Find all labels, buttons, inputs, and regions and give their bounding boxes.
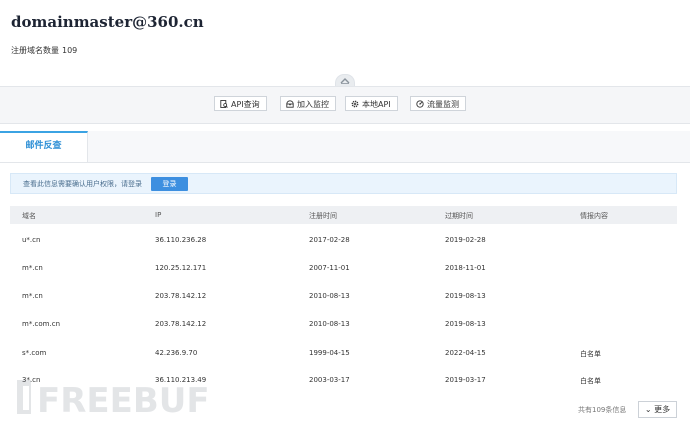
ip-cell: 36.110.236.28 [155, 236, 207, 244]
email-title: domainmaster@360.cn [11, 13, 204, 31]
login-button[interactable]: 登录 [151, 177, 188, 191]
domain-cell[interactable]: s*.com [22, 349, 46, 357]
registered-cell: 2003-03-17 [309, 376, 350, 384]
intel-cell: 白名单 [580, 350, 601, 358]
domain-header: domainmaster@360.cn 注册域名数量 109 [0, 0, 690, 87]
table-header: 域名 IP 注册时间 过期时间 情报内容 [10, 206, 677, 224]
document-search-icon [220, 100, 228, 108]
domain-count-value: 109 [62, 46, 78, 55]
ip-cell: 120.25.12.171 [155, 264, 207, 272]
permission-notice: 查看此信息需要确认用户权限，请登录 登录 [10, 173, 677, 194]
more-label: 更多 [654, 405, 671, 414]
table-row[interactable]: m*.cn 120.25.12.171 2007-11-01 2018-11-0… [10, 254, 677, 282]
total-count-info: 共有109条信息 [578, 406, 627, 414]
chevron-down-icon: ⌄ [644, 405, 652, 414]
api-query-label: API查询 [231, 100, 260, 109]
registered-cell: 2010-08-13 [309, 320, 350, 328]
intel-cell: 白名单 [580, 377, 601, 385]
domain-count: 注册域名数量 109 [11, 45, 77, 56]
column-header: 注册时间 [309, 212, 337, 220]
action-toolbar: API查询 加入监控 本地API 流量监测 [0, 86, 690, 124]
add-monitor-button[interactable]: 加入监控 [280, 96, 336, 111]
add-monitor-label: 加入监控 [297, 100, 329, 109]
table-row[interactable]: s*.com 42.236.9.70 1999-04-15 2022-04-15… [10, 339, 677, 367]
expires-cell: 2019-08-13 [445, 320, 486, 328]
permission-message: 查看此信息需要确认用户权限，请登录 [23, 180, 142, 188]
registered-cell: 2010-08-13 [309, 292, 350, 300]
ip-cell: 42.236.9.70 [155, 349, 198, 357]
column-header: IP [155, 211, 162, 219]
expires-cell: 2018-11-01 [445, 264, 486, 272]
chevron-up-icon [340, 78, 350, 84]
traffic-monitor-label: 流量监测 [427, 100, 459, 109]
registered-cell: 2007-11-01 [309, 264, 350, 272]
domain-cell[interactable]: m*.cn [22, 292, 43, 300]
local-api-label: 本地API [362, 100, 391, 109]
traffic-monitor-button[interactable]: 流量监测 [410, 96, 466, 111]
expires-cell: 2019-02-28 [445, 236, 486, 244]
domain-count-label: 注册域名数量 [11, 46, 59, 55]
local-api-button[interactable]: 本地API [345, 96, 398, 111]
watermark-text: FREEBUF [37, 381, 210, 418]
tab-bar: 邮件反查 [0, 131, 690, 163]
ip-cell: 203.78.142.12 [155, 292, 207, 300]
column-header: 情报内容 [580, 212, 608, 220]
expires-cell: 2022-04-15 [445, 349, 486, 357]
table-row[interactable]: u*.cn 36.110.236.28 2017-02-28 2019-02-2… [10, 226, 677, 254]
api-query-button[interactable]: API查询 [214, 96, 267, 111]
domain-cell[interactable]: m*.cn [22, 264, 43, 272]
domain-cell[interactable]: u*.cn [22, 236, 40, 244]
table-row[interactable]: m*.com.cn 203.78.142.12 2010-08-13 2019-… [10, 310, 677, 338]
gear-icon [351, 100, 359, 108]
registered-cell: 1999-04-15 [309, 349, 350, 357]
freebuf-watermark: FREEBUF [17, 380, 210, 418]
ip-cell: 203.78.142.12 [155, 320, 207, 328]
tab-email-reverse[interactable]: 邮件反查 [0, 131, 88, 162]
more-button[interactable]: ⌄ 更多 [638, 401, 677, 418]
table-row[interactable]: m*.cn 203.78.142.12 2010-08-13 2019-08-1… [10, 282, 677, 310]
registered-cell: 2017-02-28 [309, 236, 350, 244]
expires-cell: 2019-03-17 [445, 376, 486, 384]
column-header: 过期时间 [445, 212, 473, 220]
gauge-icon [416, 100, 424, 108]
domain-cell[interactable]: m*.com.cn [22, 320, 60, 328]
column-header: 域名 [22, 212, 36, 220]
expires-cell: 2019-08-13 [445, 292, 486, 300]
monitor-icon [286, 100, 294, 108]
